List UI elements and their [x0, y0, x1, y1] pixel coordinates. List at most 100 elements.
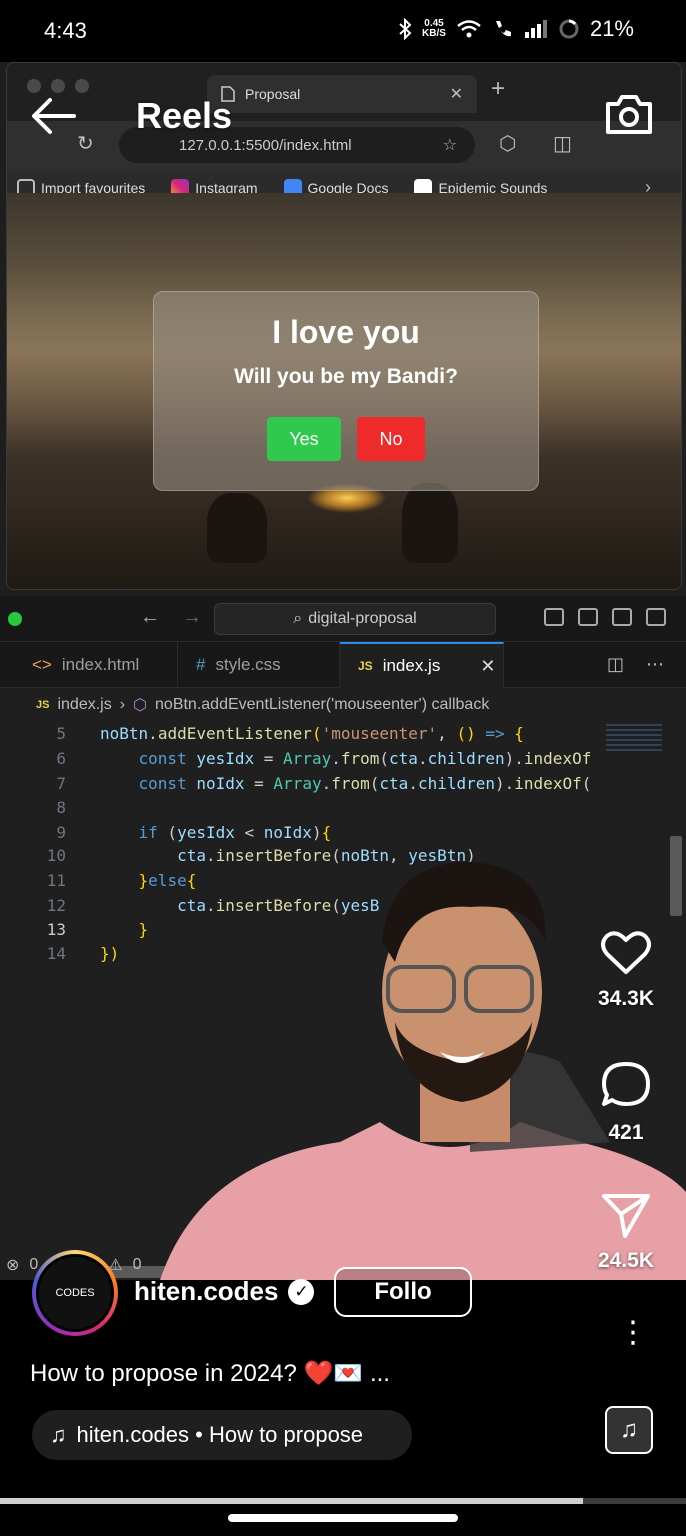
audio-label: hiten.codes • How to propose: [76, 1422, 364, 1447]
line-number: 9: [56, 823, 66, 842]
battery-icon: [559, 19, 579, 39]
code-line: cta.insertBefore(yesB: [177, 896, 380, 915]
data-speed: 0.45 KB/S: [422, 19, 446, 39]
browser-toolbar: ↻ 127.0.0.1:5500/index.html ☆ ⬡ ◫: [7, 121, 681, 171]
audio-chip[interactable]: ♫ hiten.codes • How to propose: [32, 1410, 412, 1460]
verified-badge-icon: ✓: [288, 1278, 315, 1305]
breadcrumb-symbol[interactable]: noBtn.addEventListener('mouseenter') cal…: [155, 696, 489, 714]
line-number: 6: [56, 749, 66, 768]
video-progress-fill: [0, 1498, 584, 1504]
code-line: }else{: [138, 871, 197, 890]
tab-index-html[interactable]: <> index.html: [14, 642, 178, 688]
proposal-page: I love you Will you be my Bandi? Yes No: [7, 193, 681, 589]
heart-icon[interactable]: [601, 930, 651, 976]
camera-icon[interactable]: [604, 92, 654, 136]
toggle-sidebar-icon[interactable]: [544, 608, 564, 626]
browser-tab-proposal[interactable]: Proposal ✕: [207, 75, 477, 113]
code-line: const yesIdx = Array.from(cta.children).…: [138, 749, 592, 768]
window-dot: [8, 612, 22, 626]
comment-icon[interactable]: [600, 1060, 652, 1110]
split-editor-icon[interactable]: ◫: [607, 654, 624, 675]
toggle-panel-icon[interactable]: [578, 608, 598, 626]
comment-action[interactable]: 421: [566, 1060, 686, 1145]
line-number: 11: [46, 871, 66, 890]
tab-label: index.js: [382, 656, 441, 675]
favourite-star-icon[interactable]: ☆: [443, 135, 457, 155]
line-number: 14: [46, 944, 66, 963]
tab-index-js[interactable]: JS index.js ✕: [340, 642, 504, 688]
tab-label: style.css: [215, 655, 281, 674]
forward-icon[interactable]: →: [182, 606, 202, 629]
bluetooth-icon: [399, 18, 412, 40]
chevron-right-icon: ›: [119, 696, 126, 713]
audio-thumbnail[interactable]: ♫: [605, 1406, 653, 1454]
search-text: digital-proposal: [308, 610, 417, 627]
no-button[interactable]: No: [357, 417, 425, 461]
share-count: 24.5K: [597, 1249, 655, 1272]
back-icon[interactable]: ←: [140, 606, 160, 629]
editor-nav: ← →: [140, 606, 202, 629]
more-actions-icon[interactable]: ⋯: [646, 654, 664, 675]
new-tab-icon[interactable]: +: [491, 75, 505, 103]
like-action[interactable]: 34.3K: [566, 930, 686, 1011]
share-action[interactable]: 24.5K: [566, 1192, 686, 1273]
yes-button[interactable]: Yes: [267, 417, 341, 461]
status-icons: 0.45 KB/S 21%: [398, 16, 634, 42]
tab-actions: ◫ ⋯: [607, 654, 664, 675]
wifi-call-icon: [495, 21, 511, 37]
code-line: }: [138, 920, 149, 939]
silhouette-right: [402, 483, 458, 563]
more-options-icon[interactable]: ⋮: [618, 1318, 648, 1348]
music-note-icon: ♫: [50, 1422, 67, 1447]
vertical-scrollbar[interactable]: [670, 836, 682, 916]
reels-title: Reels: [136, 95, 233, 136]
url-text: 127.0.0.1:5500/index.html: [179, 136, 352, 154]
code-line: if (yesIdx < noIdx){: [138, 823, 332, 842]
breadcrumb: JS index.js › ⬡ noBtn.addEventListener('…: [0, 688, 686, 722]
close-tab-icon[interactable]: ✕: [450, 84, 463, 104]
line-number: 5: [56, 724, 66, 743]
tab-label: index.html: [61, 655, 140, 674]
browser-window: Proposal ✕ + ↻ 127.0.0.1:5500/index.html…: [6, 62, 682, 590]
minimap[interactable]: [606, 724, 662, 754]
warning-count: 0: [132, 1256, 142, 1273]
follow-button[interactable]: Follo: [334, 1267, 472, 1317]
line-number: 8: [56, 798, 66, 817]
wifi-icon: [457, 20, 481, 38]
send-icon[interactable]: [601, 1192, 651, 1238]
browser-tab-title: Proposal: [245, 86, 301, 102]
caption[interactable]: How to propose in 2024? ❤️💌 ...: [30, 1359, 390, 1388]
back-arrow-icon[interactable]: [30, 96, 76, 142]
customize-layout-icon[interactable]: [646, 608, 666, 626]
command-search[interactable]: ⌕ digital-proposal: [214, 603, 496, 635]
layout-controls: [544, 608, 666, 626]
code-line: const noIdx = Array.from(cta.children).i…: [138, 774, 592, 793]
line-number: 13: [46, 920, 66, 939]
toggle-secondary-sidebar-icon[interactable]: [612, 608, 632, 626]
refresh-icon[interactable]: ↻: [77, 131, 94, 156]
close-icon[interactable]: ✕: [480, 656, 495, 677]
data-speed-unit: KB/S: [422, 28, 446, 39]
code-line: noBtn.addEventListener('mouseenter', () …: [100, 724, 524, 743]
js-file-icon: JS: [358, 659, 373, 673]
js-file-icon: JS: [36, 699, 50, 711]
avatar-image: CODES: [36, 1254, 114, 1332]
avatar[interactable]: CODES: [32, 1250, 118, 1336]
split-screen-icon[interactable]: ◫: [553, 131, 572, 156]
music-note-icon: ♫: [620, 1416, 638, 1443]
breadcrumb-file[interactable]: index.js: [57, 696, 111, 714]
dialog-question: Will you be my Bandi?: [234, 365, 458, 388]
tab-style-css[interactable]: # style.css: [178, 642, 340, 688]
html-file-icon: <>: [32, 655, 52, 674]
search-icon: ⌕: [293, 610, 303, 627]
window-controls: [27, 79, 89, 93]
extensions-icon[interactable]: ⬡: [499, 131, 516, 156]
code-line: cta.insertBefore(noBtn, yesBtn): [177, 846, 476, 865]
video-progress-bar[interactable]: [0, 1498, 686, 1504]
dialog-buttons: Yes No: [154, 417, 538, 461]
home-indicator[interactable]: [228, 1514, 458, 1522]
browser-tab-strip: Proposal ✕ +: [7, 63, 681, 121]
username[interactable]: hiten.codes: [134, 1276, 278, 1307]
author[interactable]: hiten.codes ✓: [134, 1276, 315, 1307]
like-count: 34.3K: [597, 987, 655, 1010]
